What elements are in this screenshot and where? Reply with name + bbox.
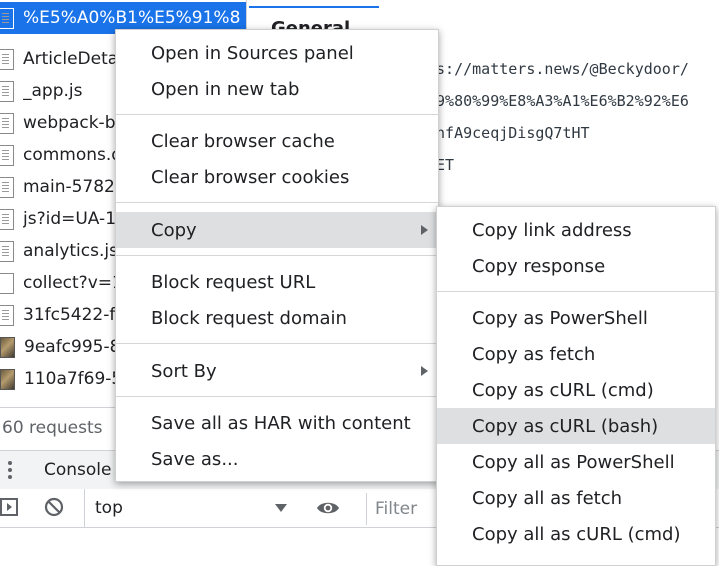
menu-item-copy-link-address[interactable]: Copy link address (437, 212, 715, 248)
menu-item-label: Copy all as cURL (cmd) (472, 523, 681, 545)
menu-item-open-in-sources[interactable]: Open in Sources panel (116, 35, 438, 71)
clear-console-icon[interactable] (44, 497, 64, 517)
document-icon (0, 48, 14, 70)
menu-item-copy[interactable]: Copy (116, 212, 438, 248)
menu-item-save-as[interactable]: Save as... (116, 441, 438, 477)
request-url-value: ps://matters.news/@Beckydoor/ (427, 60, 689, 78)
menu-item-label: Copy all as PowerShell (472, 451, 675, 473)
dropdown-arrow-icon (275, 504, 287, 512)
menu-separator (116, 202, 438, 203)
document-icon (0, 240, 14, 262)
menu-item-label: Copy response (472, 255, 606, 277)
menu-item-label: Sort By (151, 360, 217, 382)
tab-console[interactable]: Console (30, 451, 126, 489)
menu-item-label: Open in new tab (151, 78, 300, 100)
eye-icon[interactable] (316, 499, 340, 517)
context-menu: Open in Sources panel Open in new tab Cl… (115, 29, 439, 482)
menu-item-copy-all-as-fetch[interactable]: Copy all as fetch (437, 480, 715, 516)
menu-item-label: Block request URL (151, 271, 316, 293)
menu-item-save-all-as-har[interactable]: Save all as HAR with content (116, 405, 438, 441)
menu-item-sort-by[interactable]: Sort By (116, 353, 438, 389)
document-icon (0, 208, 14, 230)
document-icon (0, 176, 14, 198)
header-value: E9%80%99%E8%A3%A1%E6%B2%92%E6 (427, 92, 689, 110)
menu-item-label: Open in Sources panel (151, 42, 354, 64)
menu-item-label: Clear browser cache (151, 130, 335, 152)
menu-item-copy-all-as-powershell[interactable]: Copy all as PowerShell (437, 444, 715, 480)
request-name: %E5%A0%B1%E5%91%8 (23, 8, 241, 28)
menu-item-clear-browser-cookies[interactable]: Clear browser cookies (116, 159, 438, 195)
menu-separator (116, 343, 438, 344)
menu-item-block-request-domain[interactable]: Block request domain (116, 300, 438, 336)
menu-item-label: Copy as cURL (bash) (472, 415, 659, 437)
menu-item-label: Clear browser cookies (151, 166, 350, 188)
menu-separator (437, 291, 715, 292)
menu-item-copy-as-curl-cmd[interactable]: Copy as cURL (cmd) (437, 372, 715, 408)
submenu-arrow-icon (421, 225, 428, 235)
menu-item-copy-as-powershell[interactable]: Copy as PowerShell (437, 300, 715, 336)
menu-item-copy-as-curl-bash[interactable]: Copy as cURL (bash) (437, 408, 715, 444)
menu-item-label: Copy link address (472, 219, 632, 241)
document-icon (0, 7, 14, 29)
menu-separator (116, 255, 438, 256)
menu-separator (116, 114, 438, 115)
menu-item-label: Save all as HAR with content (151, 412, 411, 434)
execution-context-select[interactable]: top (84, 489, 291, 527)
more-vertical-icon[interactable] (8, 459, 14, 481)
sidebar-toggle-icon[interactable] (0, 498, 18, 516)
menu-item-clear-browser-cache[interactable]: Clear browser cache (116, 123, 438, 159)
menu-item-label: Block request domain (151, 307, 347, 329)
menu-item-label: Copy as cURL (cmd) (472, 379, 654, 401)
menu-item-label: Copy as fetch (472, 343, 596, 365)
document-icon (0, 112, 14, 134)
menu-item-label: Save as... (151, 448, 239, 470)
menu-item-open-in-new-tab[interactable]: Open in new tab (116, 71, 438, 107)
console-tab-label: Console (44, 460, 112, 480)
menu-separator (116, 396, 438, 397)
menu-item-copy-response[interactable]: Copy response (437, 248, 715, 284)
menu-item-label: Copy all as fetch (472, 487, 623, 509)
header-value: 9nfA9ceqjDisgQ7tHT (427, 124, 590, 142)
active-tab-indicator (249, 6, 379, 8)
requests-count: 60 requests (2, 418, 103, 438)
submenu-arrow-icon (421, 366, 428, 376)
menu-item-block-request-url[interactable]: Block request URL (116, 264, 438, 300)
image-thumbnail-icon (0, 336, 15, 358)
menu-item-label: Copy (151, 219, 197, 241)
blank-file-icon (0, 272, 14, 294)
document-icon (0, 80, 14, 102)
menu-item-copy-as-fetch[interactable]: Copy as fetch (437, 336, 715, 372)
copy-submenu: Copy link address Copy response Copy as … (436, 206, 716, 566)
document-icon (0, 144, 14, 166)
menu-item-label: Copy as PowerShell (472, 307, 648, 329)
context-value: top (95, 498, 123, 518)
menu-item-copy-all-as-curl-cmd[interactable]: Copy all as cURL (cmd) (437, 516, 715, 552)
image-thumbnail-icon (0, 368, 15, 390)
document-icon (0, 304, 14, 326)
